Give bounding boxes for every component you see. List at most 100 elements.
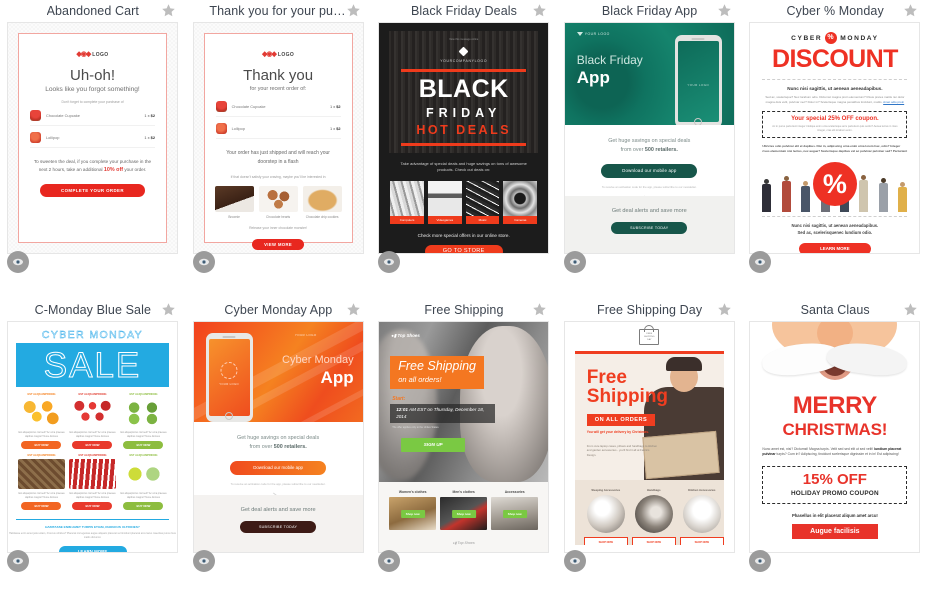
- product-name: Lollipop: [231, 126, 246, 131]
- preview-eye-button[interactable]: [192, 251, 215, 273]
- phone-home-button: [694, 118, 703, 125]
- star-icon[interactable]: [717, 3, 732, 18]
- category-image: Shop now: [440, 497, 488, 530]
- star-icon[interactable]: [717, 302, 732, 317]
- email-cta-button[interactable]: VIEW MORE: [252, 239, 305, 251]
- buy-now-button[interactable]: BUY NOW: [123, 502, 164, 511]
- star-icon[interactable]: [161, 3, 176, 18]
- email-cta-button[interactable]: GO TO STORE: [424, 244, 503, 253]
- template-card-santa-claus[interactable]: Santa Claus MERRY CHRISTMAS! Nunc amet e…: [742, 299, 928, 598]
- shop-now-button[interactable]: Shop now: [451, 509, 476, 518]
- suggestion-item[interactable]: Chocolate chip cookies: [302, 186, 342, 219]
- subscribe-button[interactable]: SUBSCRIBE TODAY: [611, 222, 688, 234]
- eyebrow: CYBER MONDAY: [41, 329, 144, 341]
- divider-rule: [16, 519, 169, 521]
- product-grid: EST ALIQUAMPRIONG Est aliquapriorus nisl…: [16, 393, 169, 515]
- email-cta-button[interactable]: COMPLETE YOUR ORDER: [40, 183, 145, 197]
- template-card-free-shipping-day[interactable]: Free Shipping Day FREE SHIPPING DAY Free…: [557, 299, 743, 598]
- template-card-cyber-monday-app[interactable]: Cyber Monday App YOUR LOGO Cyber Monday …: [186, 299, 372, 598]
- template-card-cyber-monday-blue-sale[interactable]: C-Monday Blue Sale CYBER MONDAY SALE EST…: [0, 299, 186, 598]
- logo-word: LOGO: [277, 52, 295, 58]
- retailer-count: 500 retailers.: [273, 444, 307, 451]
- category-item[interactable]: Accessories Shop now: [491, 490, 539, 530]
- product-image: [68, 459, 116, 490]
- category-item[interactable]: Handbags SHOP NOW: [631, 488, 676, 545]
- template-card-free-shipping[interactable]: Free Shipping ●▮ Top Shoes Free Shipping…: [371, 299, 557, 598]
- star-icon[interactable]: [532, 3, 547, 18]
- template-preview[interactable]: ●▮ Top Shoes Free Shipping on all orders…: [378, 321, 550, 553]
- category-item[interactable]: Kitchen Accessories SHOP NOW: [679, 488, 724, 545]
- product-item[interactable]: EST ALIQUAMPRIONG Est aliquapriorus nisl…: [67, 454, 118, 511]
- preview-eye-button[interactable]: [563, 550, 586, 572]
- star-icon[interactable]: [903, 302, 918, 317]
- category-item[interactable]: Computers: [390, 180, 424, 224]
- category-item[interactable]: Cameras: [503, 180, 538, 224]
- category-item[interactable]: Music: [465, 180, 500, 224]
- buy-now-button[interactable]: BUY NOW: [72, 502, 113, 511]
- logo-word: LOGO: [92, 52, 109, 58]
- template-preview[interactable]: FREE SHIPPING DAY Free Shipping ON ALL OR…: [563, 321, 735, 553]
- email-body: ◆◉◆ LOGO Thank you for your recent order …: [203, 33, 353, 251]
- shop-now-button[interactable]: Shop now: [400, 509, 425, 518]
- preview-eye-button[interactable]: [378, 251, 401, 273]
- inline-link[interactable]: Amet odio proin: [883, 100, 904, 104]
- suggestion-item[interactable]: Brownie: [214, 186, 254, 219]
- product-item[interactable]: EST ALIQUAMPRIONG Est aliquapriorus nisl…: [16, 393, 67, 450]
- preview-eye-button[interactable]: [563, 251, 586, 273]
- email-cta-button[interactable]: LEARN MORE: [798, 242, 871, 253]
- template-title: Cyber Monday App: [224, 303, 333, 317]
- product-price: 1 x $2: [144, 113, 155, 118]
- coupon-title: Your special 25% OFF coupon.: [791, 116, 879, 123]
- shop-now-button[interactable]: SHOP NOW: [631, 537, 676, 545]
- star-icon[interactable]: [346, 302, 361, 317]
- email-cta-button[interactable]: Augue facilisis: [791, 523, 878, 539]
- template-preview[interactable]: ◆◉◆ LOGO Uh-oh! Looks like you forgot som…: [7, 22, 178, 254]
- suggestion-item[interactable]: Chocolate hearts: [258, 186, 298, 219]
- buy-now-button[interactable]: BUY NOW: [123, 441, 164, 450]
- sign-up-button[interactable]: SIGN UP: [401, 438, 466, 452]
- product-text: Est aliquapriorus nisl sed? Ac urna prae…: [18, 431, 65, 438]
- template-card-black-friday-deals[interactable]: Black Friday Deals View this message onl…: [371, 0, 557, 299]
- star-icon[interactable]: [346, 3, 361, 18]
- template-preview[interactable]: CYBER MONDAY SALE EST ALIQUAMPRIONG Est …: [7, 321, 178, 553]
- template-preview[interactable]: CYBER% MONDAY DISCOUNT Nunc nisi sagittis…: [749, 22, 921, 254]
- download-app-button[interactable]: Download our mobile app: [601, 164, 698, 179]
- product-item[interactable]: EST ALIQUAMPRIONG Est aliquapriorus nisl…: [67, 393, 118, 450]
- shop-now-button[interactable]: Shop now: [502, 509, 527, 518]
- email-cta-button[interactable]: LEARN MORE: [58, 545, 127, 552]
- email-body: MERRY CHRISTMAS! Nunc amet est, nisi? Di…: [750, 322, 920, 552]
- buy-now-button[interactable]: BUY NOW: [21, 502, 62, 511]
- template-card-cyber-monday-discount[interactable]: Cyber % Monday CYBER% MONDAY DISCOUNT Nun…: [742, 0, 928, 299]
- preview-eye-button[interactable]: [749, 251, 772, 273]
- star-icon[interactable]: [161, 302, 176, 317]
- subscribe-button[interactable]: SUBSCRIBE TODAY: [240, 521, 317, 533]
- star-icon[interactable]: [903, 3, 918, 18]
- preview-eye-button[interactable]: [192, 550, 215, 572]
- preview-eye-button[interactable]: [7, 550, 29, 572]
- shop-now-button[interactable]: SHOP NOW: [583, 537, 628, 545]
- template-preview[interactable]: MERRY CHRISTMAS! Nunc amet est, nisi? Di…: [749, 321, 921, 553]
- product-item[interactable]: EST ALIQUAMPRIONG Est aliquapriorus nisl…: [16, 454, 67, 511]
- template-card-abandoned-cart[interactable]: Abandoned Cart ◆◉◆ LOGO Uh-oh! Looks like…: [0, 0, 186, 299]
- product-item[interactable]: EST ALIQUAMPRIONG Est aliquapriorus nisl…: [118, 393, 169, 450]
- download-app-button[interactable]: Download our mobile app: [230, 461, 327, 476]
- template-preview[interactable]: View this message online YOURCOMPANYLOGO…: [378, 22, 550, 254]
- star-icon[interactable]: [532, 302, 547, 317]
- preview-eye-button[interactable]: [7, 251, 29, 273]
- preview-eye-button[interactable]: [378, 550, 401, 572]
- buy-now-button[interactable]: BUY NOW: [72, 441, 113, 450]
- buy-now-button[interactable]: BUY NOW: [21, 441, 62, 450]
- template-preview[interactable]: YOUR LOGO Black Friday App YOUR LOGO Get…: [563, 22, 735, 254]
- phone-logo-text: YOUR LOGO: [219, 382, 239, 387]
- template-preview[interactable]: YOUR LOGO Cyber Monday App YOUR LOGO Get…: [192, 321, 364, 553]
- category-item[interactable]: Men's clothes Shop now: [440, 490, 488, 530]
- shop-now-button[interactable]: SHOP NOW: [679, 537, 724, 545]
- preview-eye-button[interactable]: [749, 550, 772, 572]
- template-card-thank-you[interactable]: Thank you for your purch... ◆◉◆ LOGO Than…: [186, 0, 372, 299]
- product-item[interactable]: EST ALIQUAMPRIONG Est aliquapriorus nisl…: [118, 454, 169, 511]
- category-item[interactable]: Videogames: [427, 180, 462, 224]
- category-item[interactable]: Sleeping Accessories SHOP NOW: [583, 488, 628, 545]
- template-preview[interactable]: ◆◉◆ LOGO Thank you for your recent order …: [192, 22, 364, 254]
- template-card-black-friday-app[interactable]: Black Friday App YOUR LOGO Black Friday …: [557, 0, 743, 299]
- category-item[interactable]: Women's clothes Shop now: [389, 490, 437, 530]
